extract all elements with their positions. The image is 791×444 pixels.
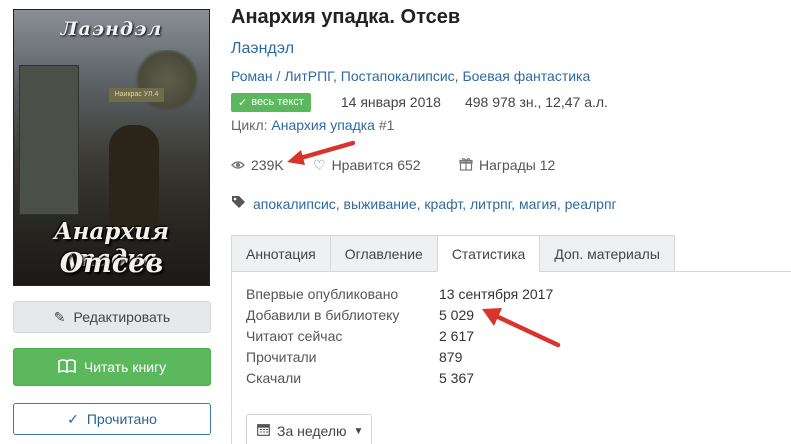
gift-icon: [459, 157, 473, 174]
caret-down-icon: ▼: [353, 425, 364, 437]
cover-title-line2: Отсев: [59, 248, 164, 279]
period-dropdown[interactable]: За неделю ▼: [246, 414, 372, 444]
book-open-icon: [58, 359, 76, 375]
awards-label: Награды 12: [479, 157, 556, 173]
read-book-button[interactable]: Читать книгу: [13, 348, 211, 386]
stat-row: Прочитали 879: [246, 349, 462, 369]
status-badge-label: весь текст: [251, 96, 304, 108]
tag-list: апокалипсис, выживание, крафт, литрпг, м…: [231, 195, 617, 213]
stat-value: 879: [439, 349, 463, 365]
stat-label: Прочитали: [246, 349, 317, 365]
publish-date: 14 января 2018: [340, 94, 441, 110]
tab-statistics[interactable]: Статистика: [436, 235, 540, 272]
likes-label: Нравится 652: [331, 157, 421, 173]
book-size: 498 978 зн., 12,47 а.л.: [464, 94, 608, 110]
calendar-icon: [257, 423, 270, 439]
book-cover[interactable]: Наикрас УЛ.4 Лаэндэл Анархия упадка Отсе…: [13, 9, 210, 286]
cycle-label: Цикл:: [231, 117, 268, 133]
check-icon: ✓: [238, 96, 248, 109]
tab-bar: Аннотация Оглавление Статистика Доп. мат…: [231, 235, 675, 272]
pencil-icon: ✎: [53, 309, 66, 325]
stat-value: 13 сентября 2017: [439, 286, 554, 302]
awards-stat[interactable]: Награды 12: [459, 157, 555, 174]
stat-value: 5 367: [439, 370, 475, 386]
stat-value: 5 029: [439, 307, 475, 323]
cycle-number: #1: [378, 117, 395, 133]
stat-label: Скачали: [246, 370, 302, 386]
author-link[interactable]: Лаэндэл: [231, 40, 294, 58]
likes-stat[interactable]: ♡ Нравится 652: [313, 157, 459, 174]
eye-icon: [231, 157, 245, 173]
cover-building-art: [19, 65, 79, 215]
period-label: За неделю: [277, 423, 347, 439]
edit-button-label: Редактировать: [73, 309, 171, 325]
tag-link[interactable]: реалрпг: [565, 196, 617, 212]
cycle-line: Цикл: Анархия упадка #1: [231, 117, 394, 133]
tab-annotation[interactable]: Аннотация: [231, 235, 330, 272]
stat-label: Добавили в библиотеку: [246, 307, 400, 323]
status-badge: ✓ весь текст: [231, 92, 311, 112]
views-stat: 239K: [231, 157, 313, 173]
genre-link[interactable]: Боевая фантастика: [462, 68, 590, 84]
tag-link[interactable]: выживание: [344, 196, 417, 212]
tag-link[interactable]: магия: [519, 196, 557, 212]
cover-author: Лаэндэл: [60, 18, 163, 40]
stats-row: 239K ♡ Нравится 652 Награды 12: [231, 155, 555, 175]
genre-link[interactable]: Роман / ЛитРПГ: [231, 68, 333, 84]
stat-label: Читают сейчас: [246, 328, 343, 344]
stat-row: Скачали 5 367: [246, 370, 474, 390]
cover-figure-art: [109, 125, 159, 225]
edit-button[interactable]: ✎ Редактировать: [13, 301, 211, 333]
mark-read-button[interactable]: ✓ Прочитано: [13, 403, 211, 435]
meta-row: ✓ весь текст 14 января 2018 498 978 зн.,…: [231, 91, 608, 113]
book-title: Анархия упадка. Отсев: [231, 6, 461, 28]
genre-list: Роман / ЛитРПГ, Постапокалипсис, Боевая …: [231, 68, 591, 84]
genre-link[interactable]: Постапокалипсис: [341, 68, 455, 84]
read-book-label: Читать книгу: [83, 359, 167, 375]
stat-row: Впервые опубликовано 13 сентября 2017: [246, 286, 553, 306]
cycle-link[interactable]: Анархия упадка: [271, 117, 375, 133]
tag-link[interactable]: крафт: [424, 196, 462, 212]
heart-icon: ♡: [313, 156, 326, 173]
tab-contents[interactable]: Оглавление: [329, 235, 437, 272]
tab-extra-materials[interactable]: Доп. материалы: [539, 235, 675, 272]
check-icon: ✓: [67, 411, 79, 427]
stat-row: Добавили в библиотеку 5 029: [246, 307, 474, 327]
cover-sign: Наикрас УЛ.4: [109, 88, 164, 102]
stat-value: 2 617: [439, 328, 475, 344]
tag-link[interactable]: апокалипсис: [253, 196, 336, 212]
stat-row: Читают сейчас 2 617: [246, 328, 474, 348]
tag-link[interactable]: литрпг: [470, 196, 511, 212]
stat-label: Впервые опубликовано: [246, 286, 399, 302]
mark-read-label: Прочитано: [86, 411, 157, 427]
views-count: 239K: [251, 157, 284, 173]
tag-icon: [231, 195, 247, 213]
